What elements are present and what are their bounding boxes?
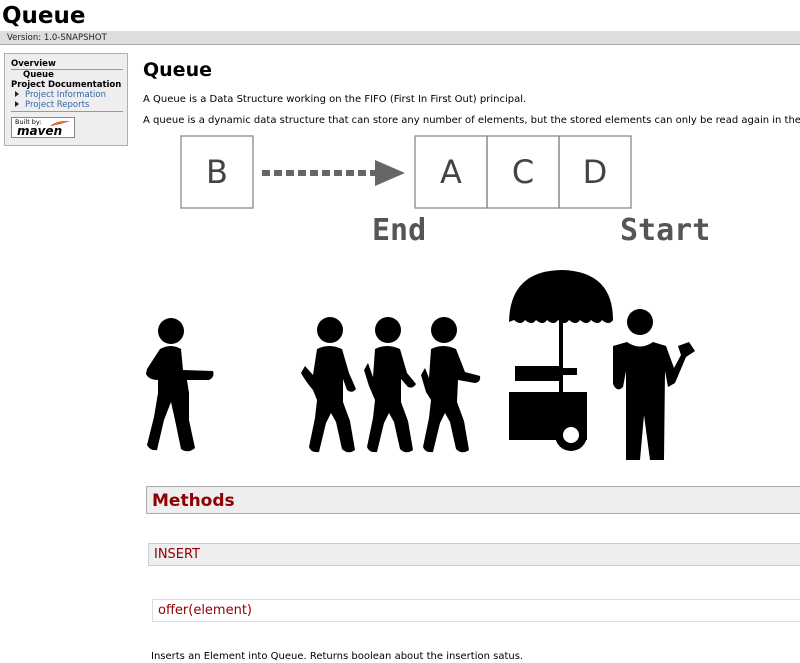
description-paragraph: A queue is a dynamic data structure that… [143, 115, 800, 126]
start-label: Start [620, 213, 710, 248]
badge-brand-label: maven [17, 124, 63, 138]
nav-item-queue: Queue [23, 70, 54, 80]
nav-link-project-information[interactable]: Project Information [11, 90, 127, 100]
nav-link-project-reports[interactable]: Project Reports [11, 100, 123, 112]
person-walking-icon [146, 318, 214, 452]
insert-heading: INSERT [154, 547, 201, 562]
insert-section-header: INSERT [148, 543, 800, 566]
queue-element-label: D [583, 153, 608, 191]
ice-cream-cart-icon [509, 270, 613, 451]
built-by-maven-badge[interactable]: Built by: maven [11, 117, 75, 138]
methods-heading: Methods [152, 491, 235, 511]
breadcrumb-bar: Version: 1.0-SNAPSHOT [0, 32, 800, 45]
offer-method-signature: offer(element) [158, 603, 253, 618]
offer-method-header: offer(element) [152, 599, 800, 622]
collapsed-arrow-icon [15, 101, 19, 107]
nav-link-label: Project Information [25, 90, 106, 100]
queue-element-label: C [512, 153, 534, 191]
site-title: Queue [2, 3, 86, 29]
nav-overview-heading: Overview [11, 59, 123, 70]
incoming-element-label: B [206, 153, 228, 191]
nav-link-label: Project Reports [25, 100, 90, 110]
intro-paragraph: A Queue is a Data Structure working on t… [143, 94, 527, 105]
page-title: Queue [143, 59, 212, 81]
sidebar-nav: Overview Queue Project Documentation Pro… [4, 53, 128, 146]
nav-project-docs-heading: Project Documentation [11, 80, 122, 90]
insert-description: Inserts an Element into Queue. Returns b… [151, 651, 524, 662]
vendor-person-icon [613, 309, 695, 460]
queue-diagram: B A C D End Start [146, 135, 710, 460]
enqueue-arrow-icon [262, 160, 405, 186]
queue-element-label: A [440, 153, 462, 191]
version-label: Version: 1.0-SNAPSHOT [7, 33, 107, 43]
collapsed-arrow-icon [15, 91, 19, 97]
end-label: End [372, 213, 426, 248]
people-queue-icon [301, 317, 481, 453]
methods-section-header: Methods [146, 486, 800, 514]
site-banner: Queue [0, 0, 800, 32]
